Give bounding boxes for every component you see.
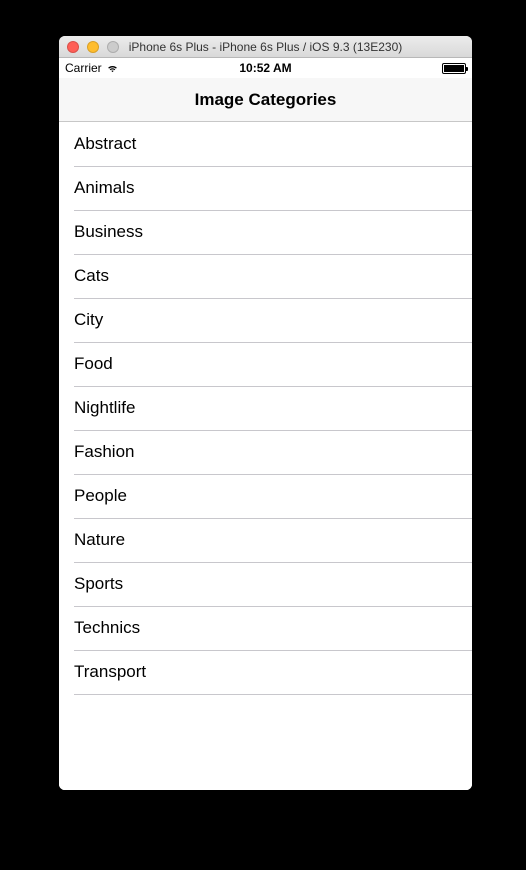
status-time: 10:52 AM	[59, 61, 472, 75]
minimize-icon[interactable]	[87, 41, 99, 53]
cell-label: Abstract	[74, 134, 136, 154]
battery-icon	[442, 63, 466, 74]
table-row[interactable]: Abstract	[59, 122, 472, 166]
cell-label: Animals	[74, 178, 134, 198]
status-bar: Carrier 10:52 AM	[59, 58, 472, 78]
table-row[interactable]: Animals	[59, 166, 472, 210]
cell-label: Transport	[74, 662, 146, 682]
table-row[interactable]: People	[59, 474, 472, 518]
wifi-icon	[106, 63, 119, 73]
cell-label: Technics	[74, 618, 140, 638]
table-row[interactable]: Technics	[59, 606, 472, 650]
simulator-window: iPhone 6s Plus - iPhone 6s Plus / iOS 9.…	[59, 36, 472, 790]
close-icon[interactable]	[67, 41, 79, 53]
cell-label: Cats	[74, 266, 109, 286]
categories-table[interactable]: Abstract Animals Business Cats City Food…	[59, 122, 472, 790]
table-row[interactable]: Nightlife	[59, 386, 472, 430]
cell-label: Business	[74, 222, 143, 242]
cell-label: Fashion	[74, 442, 134, 462]
table-row[interactable]: Food	[59, 342, 472, 386]
status-left: Carrier	[65, 61, 119, 75]
status-right	[442, 63, 466, 74]
carrier-label: Carrier	[65, 61, 102, 75]
table-row[interactable]: Cats	[59, 254, 472, 298]
navigation-bar: Image Categories	[59, 78, 472, 122]
table-row[interactable]: Transport	[59, 650, 472, 694]
traffic-lights	[67, 41, 119, 53]
table-row[interactable]: Nature	[59, 518, 472, 562]
cell-label: Sports	[74, 574, 123, 594]
zoom-icon[interactable]	[107, 41, 119, 53]
page-title: Image Categories	[195, 90, 337, 110]
cell-label: City	[74, 310, 103, 330]
device-screen: Carrier 10:52 AM Image Categories	[59, 58, 472, 790]
table-row[interactable]: Sports	[59, 562, 472, 606]
table-row[interactable]: Business	[59, 210, 472, 254]
battery-fill	[444, 65, 464, 72]
cell-label: Nightlife	[74, 398, 135, 418]
table-row[interactable]: City	[59, 298, 472, 342]
cell-label: Nature	[74, 530, 125, 550]
cell-label: People	[74, 486, 127, 506]
window-titlebar: iPhone 6s Plus - iPhone 6s Plus / iOS 9.…	[59, 36, 472, 58]
table-row[interactable]: Fashion	[59, 430, 472, 474]
cell-label: Food	[74, 354, 113, 374]
window-title: iPhone 6s Plus - iPhone 6s Plus / iOS 9.…	[59, 40, 472, 54]
